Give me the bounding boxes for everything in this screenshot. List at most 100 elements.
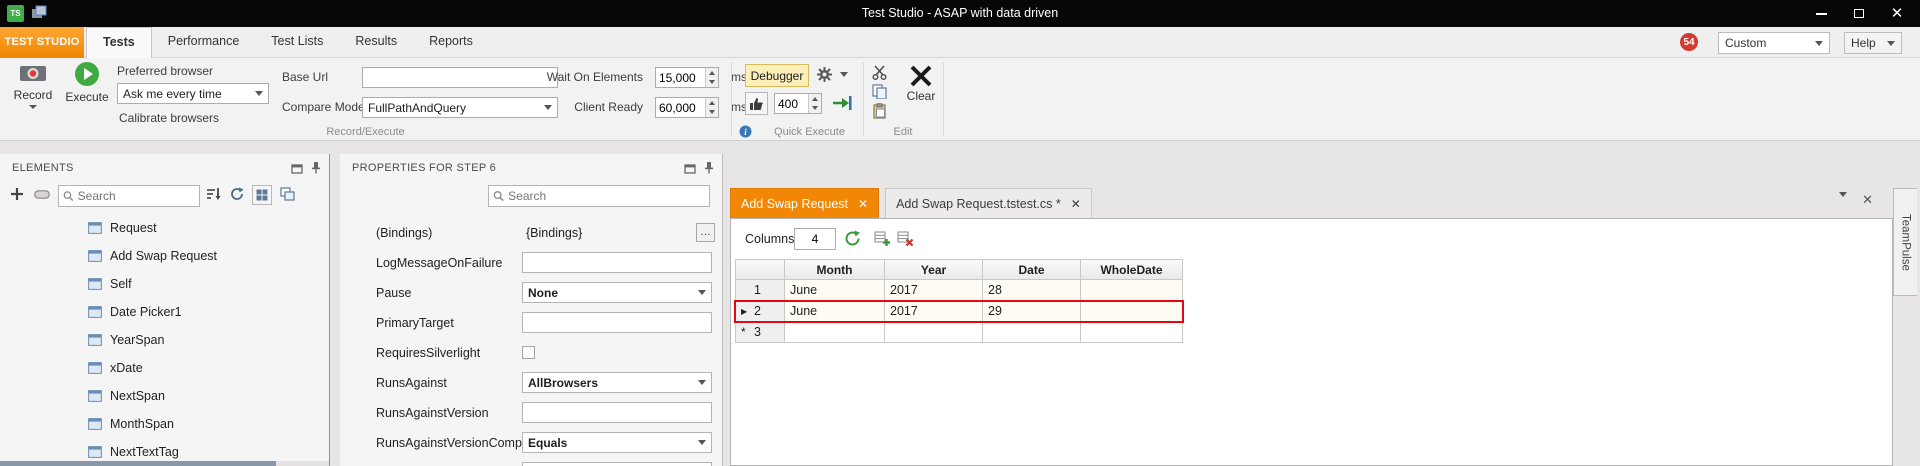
delete-column-icon[interactable] bbox=[897, 230, 914, 247]
runsagainstversioncompare-select[interactable]: Equals bbox=[522, 432, 712, 453]
column-header-month[interactable]: Month bbox=[785, 259, 885, 280]
tree-item-yearspan[interactable]: YearSpan bbox=[0, 326, 329, 354]
bindings-ellipsis-button[interactable]: … bbox=[696, 223, 715, 242]
help-menu[interactable]: Help bbox=[1844, 32, 1902, 54]
annotation-speed-input[interactable] bbox=[775, 94, 808, 113]
wait-on-elements-stepper[interactable] bbox=[655, 67, 719, 88]
spin-down-icon[interactable] bbox=[706, 108, 718, 118]
properties-search-input[interactable] bbox=[508, 189, 705, 203]
columns-count-input[interactable] bbox=[794, 228, 836, 250]
tile-view-icon[interactable] bbox=[280, 187, 295, 201]
spin-down-icon[interactable] bbox=[706, 78, 718, 88]
cell-wholedate[interactable] bbox=[1081, 280, 1183, 301]
spin-down-icon[interactable] bbox=[809, 104, 821, 114]
cell-year[interactable]: 2017 bbox=[885, 280, 983, 301]
cell-date[interactable] bbox=[983, 322, 1081, 343]
minimize-button[interactable] bbox=[1802, 0, 1840, 27]
spin-up-icon[interactable] bbox=[706, 68, 718, 78]
close-document-icon[interactable]: ✕ bbox=[1862, 192, 1873, 208]
cell-year[interactable]: 2017 bbox=[885, 301, 983, 322]
maximize-button[interactable] bbox=[1840, 0, 1878, 27]
highlight-element-icon[interactable] bbox=[34, 190, 50, 199]
horizontal-scrollbar[interactable] bbox=[0, 461, 329, 466]
cell-date[interactable]: 28 bbox=[983, 280, 1081, 301]
add-element-icon[interactable] bbox=[10, 187, 24, 201]
scrollbar-thumb[interactable] bbox=[0, 461, 276, 466]
grid-view-icon[interactable] bbox=[252, 185, 272, 205]
row-marker[interactable]: * 3 bbox=[735, 322, 785, 343]
preferred-browser-select[interactable]: Ask me every time bbox=[117, 83, 269, 104]
float-panel-icon[interactable] bbox=[291, 162, 303, 174]
tab-reports[interactable]: Reports bbox=[413, 27, 489, 58]
pin-icon[interactable] bbox=[704, 161, 714, 174]
notification-badge[interactable]: 54 bbox=[1680, 33, 1698, 51]
close-tab-icon[interactable]: ✕ bbox=[858, 198, 868, 210]
tree-item-self[interactable]: Self bbox=[0, 270, 329, 298]
float-panel-icon[interactable] bbox=[684, 162, 696, 174]
debugger-options-chevron-icon[interactable] bbox=[840, 72, 848, 77]
runsagainst-select[interactable]: AllBrowsers bbox=[522, 372, 712, 393]
app-menu-button[interactable]: TEST STUDIO bbox=[0, 27, 84, 58]
column-header-year[interactable]: Year bbox=[885, 259, 983, 280]
tree-item-xdate[interactable]: xDate bbox=[0, 354, 329, 382]
run-to-step-button[interactable] bbox=[832, 94, 852, 112]
clipped-input[interactable] bbox=[522, 462, 712, 466]
debugger-toggle[interactable]: Debugger bbox=[745, 64, 809, 87]
table-row-2-highlighted[interactable]: ▶ 2 June 2017 29 bbox=[735, 301, 1183, 322]
runsagainstversion-input[interactable] bbox=[522, 402, 712, 423]
tree-item-request[interactable]: Request bbox=[0, 214, 329, 242]
client-ready-input[interactable] bbox=[656, 98, 705, 117]
copy-button[interactable] bbox=[872, 84, 887, 99]
cell-month[interactable]: June bbox=[785, 280, 885, 301]
column-header-date[interactable]: Date bbox=[983, 259, 1081, 280]
spin-up-icon[interactable] bbox=[809, 94, 821, 104]
tree-item-add-swap-request[interactable]: Add Swap Request bbox=[0, 242, 329, 270]
requiressilverlight-checkbox[interactable] bbox=[522, 346, 535, 359]
add-column-icon[interactable] bbox=[874, 230, 891, 247]
doc-tab-add-swap-request-code[interactable]: Add Swap Request.tstest.cs * ✕ bbox=[885, 188, 1092, 218]
primarytarget-input[interactable] bbox=[522, 312, 712, 333]
theme-select[interactable]: Custom bbox=[1718, 32, 1830, 54]
cut-button[interactable] bbox=[872, 65, 887, 80]
doc-tab-add-swap-request[interactable]: Add Swap Request ✕ bbox=[730, 188, 879, 218]
gear-icon[interactable] bbox=[816, 66, 833, 83]
refresh-icon[interactable] bbox=[230, 187, 244, 201]
tab-performance[interactable]: Performance bbox=[152, 27, 256, 58]
cell-month[interactable]: June bbox=[785, 301, 885, 322]
close-tab-icon[interactable]: ✕ bbox=[1071, 198, 1081, 210]
tab-tests[interactable]: Tests bbox=[86, 27, 152, 58]
row-marker[interactable]: ▶ 2 bbox=[735, 301, 785, 322]
pin-icon[interactable] bbox=[311, 161, 321, 174]
tab-test-lists[interactable]: Test Lists bbox=[255, 27, 339, 58]
close-button[interactable]: ✕ bbox=[1878, 0, 1916, 27]
client-ready-stepper[interactable] bbox=[655, 97, 719, 118]
clear-button[interactable]: Clear bbox=[898, 61, 944, 103]
paste-button[interactable] bbox=[872, 103, 887, 119]
calibrate-browsers-link[interactable]: Calibrate browsers bbox=[119, 111, 219, 125]
elements-search[interactable] bbox=[58, 185, 200, 207]
cell-date[interactable]: 29 bbox=[983, 301, 1081, 322]
column-header-wholedate[interactable]: WholeDate bbox=[1081, 259, 1183, 280]
annotation-thumb-button[interactable] bbox=[745, 92, 768, 115]
table-row-new[interactable]: * 3 bbox=[735, 322, 1183, 343]
cell-year[interactable] bbox=[885, 322, 983, 343]
sort-icon[interactable] bbox=[206, 187, 221, 201]
logmessageonfailure-input[interactable] bbox=[522, 252, 712, 273]
teampulse-tab[interactable]: TeamPulse bbox=[1893, 188, 1917, 296]
table-row-1[interactable]: 1 June 2017 28 bbox=[735, 280, 1183, 301]
pause-select[interactable]: None bbox=[522, 282, 712, 303]
annotation-speed-stepper[interactable] bbox=[774, 93, 822, 114]
tree-item-date-picker1[interactable]: Date Picker1 bbox=[0, 298, 329, 326]
elements-search-input[interactable] bbox=[78, 189, 195, 203]
tab-list-chevron-icon[interactable] bbox=[1839, 197, 1847, 215]
cell-month[interactable] bbox=[785, 322, 885, 343]
tree-item-nexttexttag[interactable]: NextTextTag bbox=[0, 438, 329, 461]
info-icon[interactable]: i bbox=[739, 125, 752, 138]
tab-results[interactable]: Results bbox=[339, 27, 413, 58]
cell-wholedate[interactable] bbox=[1081, 301, 1183, 322]
tree-item-nextspan[interactable]: NextSpan bbox=[0, 382, 329, 410]
tree-item-monthspan[interactable]: MonthSpan bbox=[0, 410, 329, 438]
cell-wholedate[interactable] bbox=[1081, 322, 1183, 343]
spin-up-icon[interactable] bbox=[706, 98, 718, 108]
properties-search[interactable] bbox=[488, 185, 710, 207]
